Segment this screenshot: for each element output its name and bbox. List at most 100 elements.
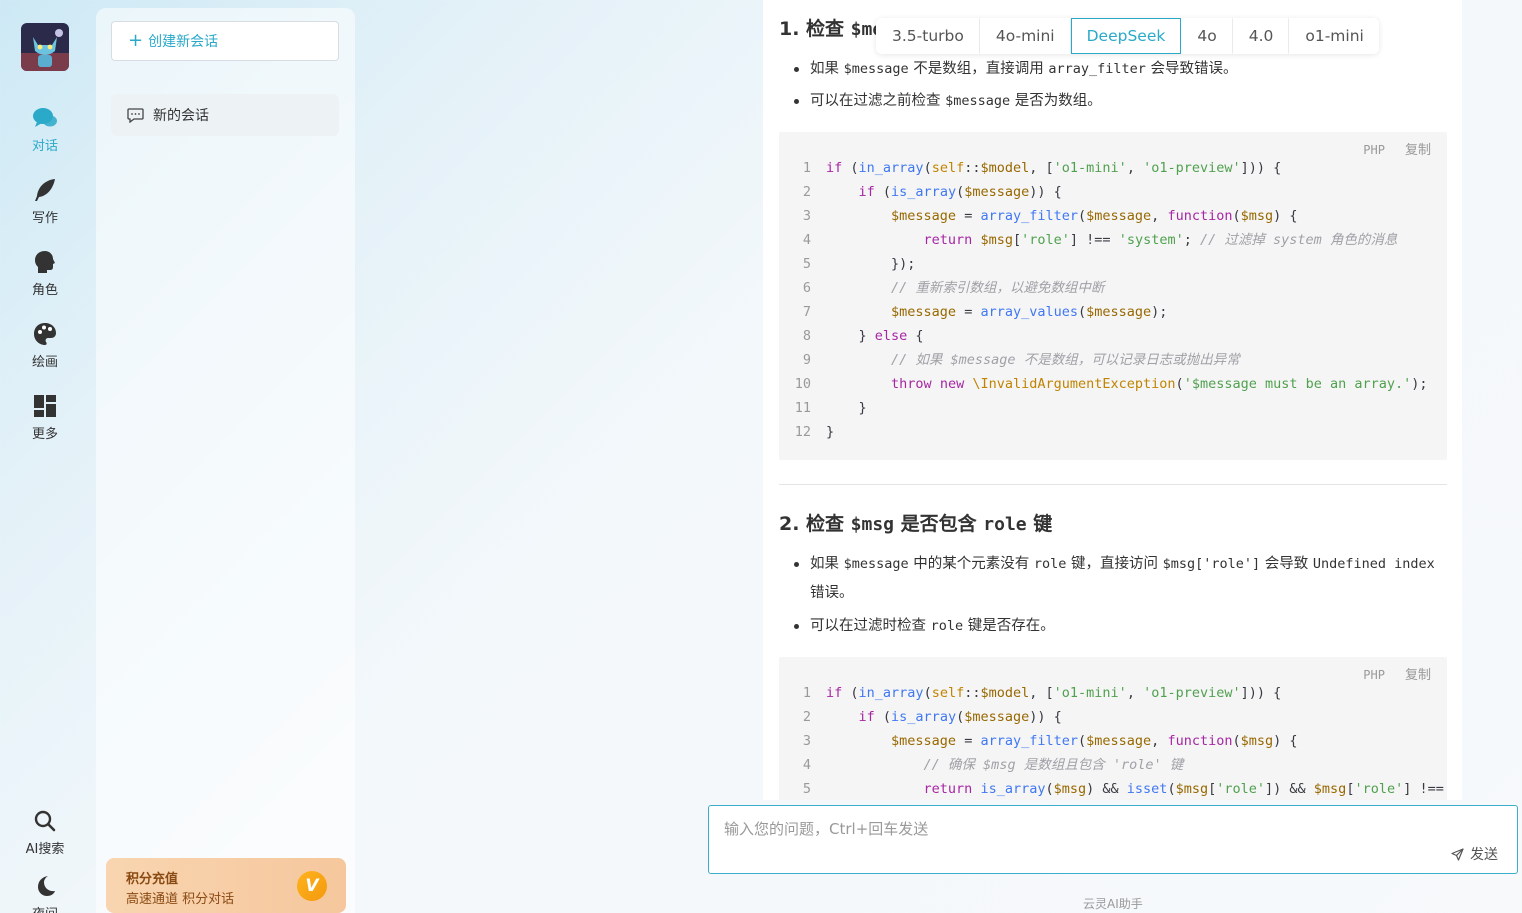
code-line: 6 // 重新索引数组，以避免数组中断	[779, 276, 1105, 300]
code-line: 12}	[779, 420, 834, 444]
inline-code: $message	[945, 93, 1011, 109]
code-text: });	[826, 256, 916, 272]
code-text: }	[826, 424, 835, 440]
line-number: 1	[802, 685, 811, 701]
code-line: 1 if (in_array(self::$model, ['o1-mini', …	[779, 681, 1281, 705]
code-block-meta: PHP 复制	[1363, 664, 1431, 683]
list-item: 如果 $message 不是数组，直接调用 array_filter 会导致错误…	[794, 55, 1450, 84]
line-number: 8	[802, 328, 811, 344]
heading-text: 键	[1026, 513, 1053, 535]
inline-code: role	[930, 618, 964, 634]
line-number: 12	[794, 424, 811, 440]
nav-chat[interactable]: 对话	[0, 104, 90, 154]
chat-bubbles-icon	[33, 108, 57, 127]
code-line: 10 throw new \InvalidArgumentException('…	[779, 372, 1428, 396]
heading-code: role	[983, 514, 1027, 535]
nav-label: 对话	[31, 139, 58, 154]
new-chat-label: 创建新会话	[148, 34, 219, 50]
line-number: 11	[794, 400, 811, 416]
code-text: if (in_array(self::$model, ['o1-mini', '…	[826, 685, 1282, 701]
line-number: 4	[802, 757, 811, 773]
model-tab[interactable]: 4o	[1181, 18, 1233, 54]
line-number: 3	[802, 733, 811, 749]
new-chat-button[interactable]: + 创建新会话	[111, 21, 339, 61]
model-tab[interactable]: o1-mini	[1289, 18, 1379, 54]
moon-icon	[38, 876, 55, 896]
heading-text: 是否包含	[894, 513, 984, 535]
line-number: 10	[794, 376, 811, 392]
code-line: 5 return is_array($msg) && isset($msg['r…	[779, 777, 1447, 800]
line-number: 5	[802, 256, 811, 272]
code-line: 1 if (in_array(self::$model, ['o1-mini', …	[779, 156, 1281, 180]
inline-code: array_filter	[1048, 61, 1146, 77]
send-button[interactable]: 发送	[1451, 844, 1498, 864]
text: 可以在过滤时检查	[810, 618, 931, 634]
code-language: PHP	[1363, 143, 1385, 157]
list-item: 可以在过滤时检查 role 键是否存在。	[794, 612, 1450, 641]
code-text: // 确保 $msg 是数组且包含 'role' 键	[923, 757, 1184, 773]
model-tab[interactable]: 4o-mini	[979, 18, 1071, 54]
copy-button[interactable]: 复制	[1405, 143, 1431, 158]
model-selector: 3.5-turbo 4o-mini DeepSeek 4o 4.0 o1-mini	[876, 18, 1379, 54]
code-line: 4 return $msg['role'] !== 'system'; // 过…	[779, 228, 1398, 252]
code-text: if (is_array($message)) {	[858, 709, 1062, 725]
line-number: 7	[802, 304, 811, 320]
text: 键，直接访问	[1066, 556, 1163, 572]
code-text: return $msg['role'] !== 'system'; // 过滤掉…	[923, 232, 1398, 248]
heading-code: $msg	[850, 514, 895, 535]
model-tab[interactable]: 4.0	[1232, 18, 1290, 54]
line-number: 9	[802, 352, 811, 368]
send-icon	[1451, 847, 1464, 861]
list-item: 如果 $message 中的某个元素没有 role 键，直接访问 $msg['r…	[794, 550, 1450, 608]
nav-label: 夜间	[0, 903, 90, 913]
text: 如果	[810, 61, 844, 77]
avatar[interactable]	[21, 23, 69, 71]
code-text: } else {	[826, 328, 924, 344]
code-line: 3 $message = array_filter($message, func…	[779, 204, 1298, 228]
heading-text: 1. 检查	[779, 18, 851, 40]
conversation-sidebar: + 创建新会话 新的会话 积分充值 高速通道 积分对话 V	[96, 8, 355, 913]
conversation-title: 新的会话	[153, 108, 209, 124]
inline-code: Undefined index	[1312, 556, 1435, 572]
message-input[interactable]	[709, 806, 1517, 873]
nav-rail: 对话 写作 角色 绘画 更多 AI搜索	[0, 0, 90, 913]
code-line: 11 }	[779, 396, 867, 420]
text: 如果	[810, 556, 844, 572]
nav-label: 写作	[31, 211, 58, 226]
footer-brand: 云灵AI助手	[1083, 897, 1143, 911]
model-tab[interactable]: 3.5-turbo	[876, 18, 980, 54]
head-profile-icon	[35, 251, 55, 273]
conversation-item[interactable]: 新的会话	[111, 94, 339, 136]
send-label: 发送	[1470, 847, 1498, 863]
code-text: }	[826, 400, 867, 416]
line-number: 3	[802, 208, 811, 224]
code-line: 4 // 确保 $msg 是数组且包含 'role' 键	[779, 753, 1183, 777]
inline-code: $message	[843, 556, 909, 572]
nav-night-mode[interactable]: 夜间	[0, 872, 90, 913]
inline-code: $message	[843, 61, 909, 77]
heading-text: 2. 检查	[779, 513, 851, 535]
line-number: 5	[802, 781, 811, 797]
text: 错误。	[810, 585, 854, 601]
chat-message-content: 1. 检查 $me 如果 $message 不是数组，直接调用 array_fi…	[763, 0, 1462, 800]
list-item: 可以在过滤之前检查 $message 是否为数组。	[794, 87, 1450, 116]
vip-badge-icon: V	[297, 871, 327, 901]
feather-icon	[35, 179, 55, 201]
text: 会导致	[1260, 556, 1313, 572]
nav-more[interactable]: 更多	[0, 392, 90, 442]
model-tab[interactable]: DeepSeek	[1070, 18, 1182, 54]
nav-roles[interactable]: 角色	[0, 248, 90, 298]
text: 是否为数组。	[1010, 93, 1102, 109]
copy-button[interactable]: 复制	[1405, 668, 1431, 683]
nav-ai-search[interactable]: AI搜索	[0, 807, 90, 857]
recharge-promo[interactable]: 积分充值 高速通道 积分对话 V	[106, 858, 346, 913]
line-number: 4	[802, 232, 811, 248]
code-line: 3 $message = array_filter($message, func…	[779, 729, 1298, 753]
text: 不是数组，直接调用	[908, 61, 1049, 77]
message-icon	[127, 107, 144, 123]
code-text: if (in_array(self::$model, ['o1-mini', '…	[826, 160, 1282, 176]
nav-drawing[interactable]: 绘画	[0, 320, 90, 370]
nav-writing[interactable]: 写作	[0, 176, 90, 226]
code-line: 2 if (is_array($message)) {	[779, 180, 1062, 204]
nav-label: 更多	[31, 427, 58, 442]
